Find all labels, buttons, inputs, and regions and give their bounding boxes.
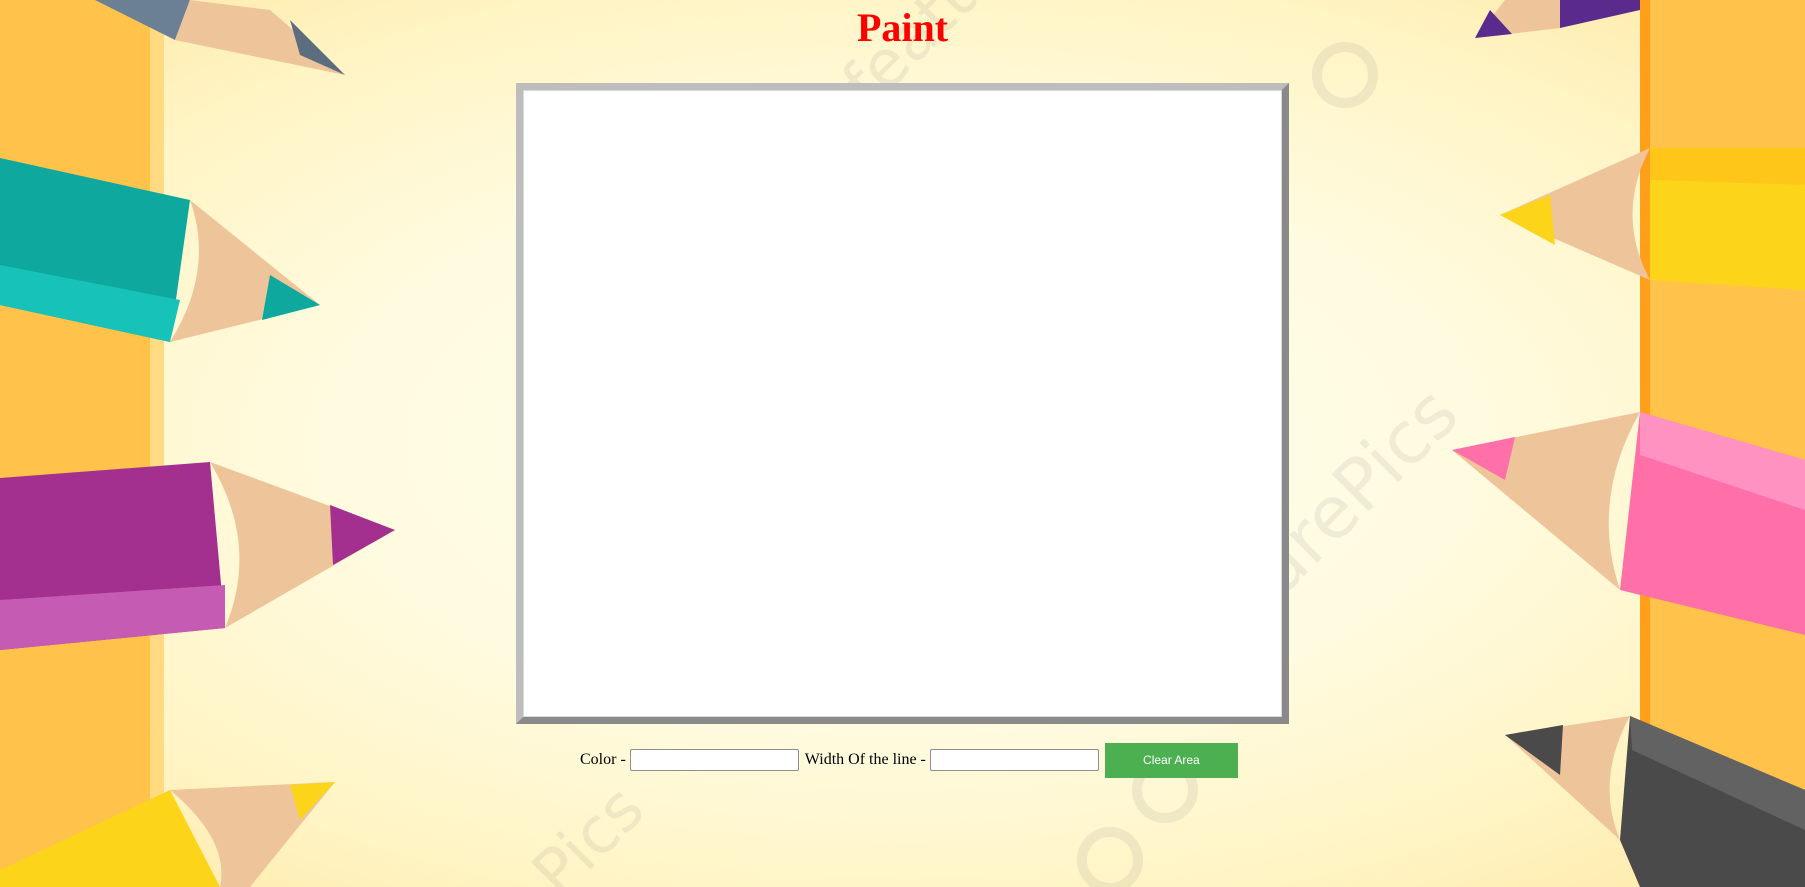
color-label: Color - [580, 751, 626, 768]
clear-area-button[interactable]: Clear Area [1104, 742, 1238, 778]
controls-bar: Color - Width Of the line - Clear Area [580, 742, 1238, 778]
pencil-pink [1452, 412, 1805, 635]
left-wood-strip [0, 0, 150, 887]
pencil-yellow-right [1500, 148, 1805, 290]
svg-text:Pics: Pics [519, 772, 659, 887]
color-input[interactable] [629, 749, 799, 771]
line-width-label: Width Of the line - [804, 751, 926, 768]
drawing-canvas[interactable] [516, 83, 1289, 724]
pencil-purple [0, 462, 395, 650]
line-width-input[interactable] [929, 749, 1099, 771]
drawing-area[interactable] [523, 90, 1282, 717]
page-title: Paint [856, 5, 949, 50]
